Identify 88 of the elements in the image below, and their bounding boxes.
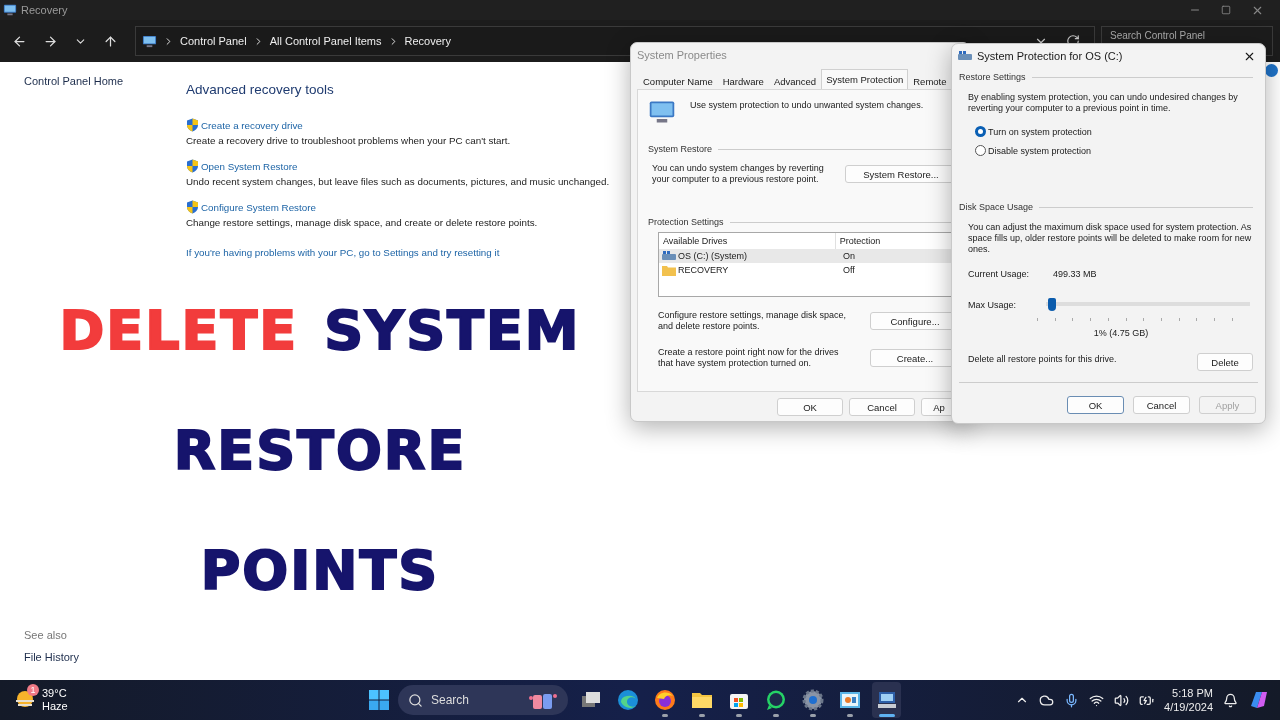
- restore-icon[interactable]: [1221, 5, 1231, 15]
- group-label: Disk Space Usage: [959, 202, 1034, 212]
- disk-space-text: You can adjust the maximum disk space used for system protection. As space fills up, older restore points will be deleted to make room for new ones.: [968, 222, 1253, 255]
- restore-text: You can undo system changes by reverting your computer to a previous restore point.: [652, 163, 825, 185]
- breadcrumb-item[interactable]: Control Panel: [180, 35, 247, 47]
- notification-badge: 1: [27, 684, 39, 696]
- microphone-icon[interactable]: [1064, 692, 1080, 708]
- running-indicator: [809, 714, 816, 717]
- chat-icon[interactable]: [764, 689, 787, 711]
- window-title: Recovery: [21, 4, 68, 16]
- drive-icon: [662, 251, 676, 261]
- headline-word: POINTS: [200, 538, 440, 602]
- tab[interactable]: Hardware: [717, 71, 769, 89]
- tab[interactable]: Remote: [908, 71, 952, 89]
- drive-icon: [958, 51, 972, 61]
- tab[interactable]: System Protection: [821, 69, 909, 89]
- protection-status: On: [842, 251, 856, 261]
- tab[interactable]: Advanced: [768, 71, 822, 89]
- drive-name: RECOVERY: [678, 265, 729, 275]
- delete-text: Delete all restore points for this drive.: [968, 354, 1117, 364]
- current-usage-label: Current Usage:: [968, 269, 1030, 279]
- computer-icon[interactable]: [875, 689, 898, 711]
- current-usage-value: 499.33 MB: [1053, 269, 1097, 279]
- running-indicator: [661, 714, 668, 717]
- control-panel-icon: [142, 33, 157, 49]
- configure-text: Configure restore settings, manage disk space, and delete restore points.: [658, 310, 848, 332]
- protection-status: Off: [842, 265, 856, 275]
- browser-icon[interactable]: [616, 689, 639, 711]
- radio-option[interactable]: Turn on system protection: [975, 126, 1253, 137]
- volume-icon[interactable]: [1114, 692, 1130, 708]
- search-icon: [408, 692, 423, 708]
- section-heading: Advanced recovery tools: [186, 82, 334, 97]
- running-indicator: [772, 714, 779, 717]
- dialog-button[interactable]: OK: [1067, 396, 1124, 414]
- radio-option[interactable]: Disable system protection: [975, 145, 1253, 156]
- breadcrumb-item[interactable]: Recovery: [404, 35, 451, 47]
- running-indicator: [735, 714, 742, 717]
- max-usage-value: 1% (4.75 GB): [1093, 328, 1149, 338]
- delete-button[interactable]: Delete: [1197, 353, 1253, 371]
- dialog-button[interactable]: OK: [777, 398, 843, 416]
- running-indicator: [698, 714, 705, 717]
- shield-icon: [186, 159, 199, 173]
- headline-word: DELETE: [59, 298, 299, 362]
- running-indicator: [878, 714, 895, 717]
- taskbar-app-button[interactable]: [872, 682, 901, 718]
- clock-date[interactable]: 4/19/2024: [1164, 700, 1213, 714]
- group-label: Restore Settings: [959, 72, 1026, 82]
- running-indicator: [846, 714, 853, 717]
- shield-icon: [186, 118, 199, 132]
- headline-word: SYSTEM: [324, 298, 581, 362]
- weather-condition: Haze: [42, 700, 68, 713]
- tool-link[interactable]: Open System Restore: [186, 159, 298, 173]
- dialog-button[interactable]: Cancel: [1133, 396, 1190, 414]
- tool-link[interactable]: Create a recovery drive: [186, 118, 303, 132]
- taskbar-search[interactable]: Search: [398, 685, 568, 715]
- headline-word: RESTORE: [173, 418, 467, 482]
- slider-thumb[interactable]: [1048, 298, 1056, 311]
- tool-link[interactable]: Configure System Restore: [186, 200, 316, 214]
- gear-icon[interactable]: [801, 689, 824, 711]
- restore-settings-text: By enabling system protection, you can undo undesired changes by reverting your computer to a previous point in time.: [968, 92, 1239, 114]
- reset-link[interactable]: If you're having problems with your PC, go to Settings and try resetting it: [186, 247, 500, 258]
- chart-window-icon[interactable]: [838, 689, 861, 711]
- browser-icon[interactable]: [653, 689, 676, 711]
- bell-icon[interactable]: [1223, 692, 1238, 708]
- tool-description: Change restore settings, manage disk space, and create or delete restore points.: [186, 217, 538, 228]
- wifi-icon[interactable]: [1089, 692, 1105, 708]
- clock-time[interactable]: 5:18 PM: [1172, 686, 1213, 700]
- home-link[interactable]: Control Panel Home: [24, 75, 186, 87]
- max-usage-label: Max Usage:: [968, 299, 1017, 310]
- drive-row[interactable]: RECOVERY Off: [659, 263, 969, 277]
- forward-arrow-icon[interactable]: [43, 33, 58, 49]
- tool-description: Create a recovery drive to troubleshoot problems when your PC can't start.: [186, 135, 511, 146]
- see-also-link[interactable]: File History: [24, 651, 186, 663]
- recovery-icon: [3, 3, 17, 17]
- cloud-icon[interactable]: [1039, 692, 1055, 708]
- tool-description: Undo recent system changes, but leave files such as documents, pictures, and music unchanged.: [186, 176, 610, 187]
- drive-name: OS (C:) (System): [678, 251, 747, 261]
- group-label: System Restore: [648, 144, 713, 154]
- breadcrumb-item[interactable]: All Control Panel Items: [269, 35, 382, 47]
- dialog-button[interactable]: Cancel: [849, 398, 915, 416]
- group-label: Protection Settings: [648, 217, 724, 227]
- see-also-label: See also: [24, 629, 68, 641]
- tab[interactable]: Computer Name: [638, 71, 718, 89]
- intro-text: Use system protection to undo unwanted system changes.: [690, 100, 924, 111]
- create-text: Create a restore point right now for the drives that have system protection turned on.: [658, 347, 840, 369]
- start-icon[interactable]: [368, 689, 390, 711]
- temperature: 39°C: [42, 687, 68, 700]
- shield-icon: [186, 200, 199, 214]
